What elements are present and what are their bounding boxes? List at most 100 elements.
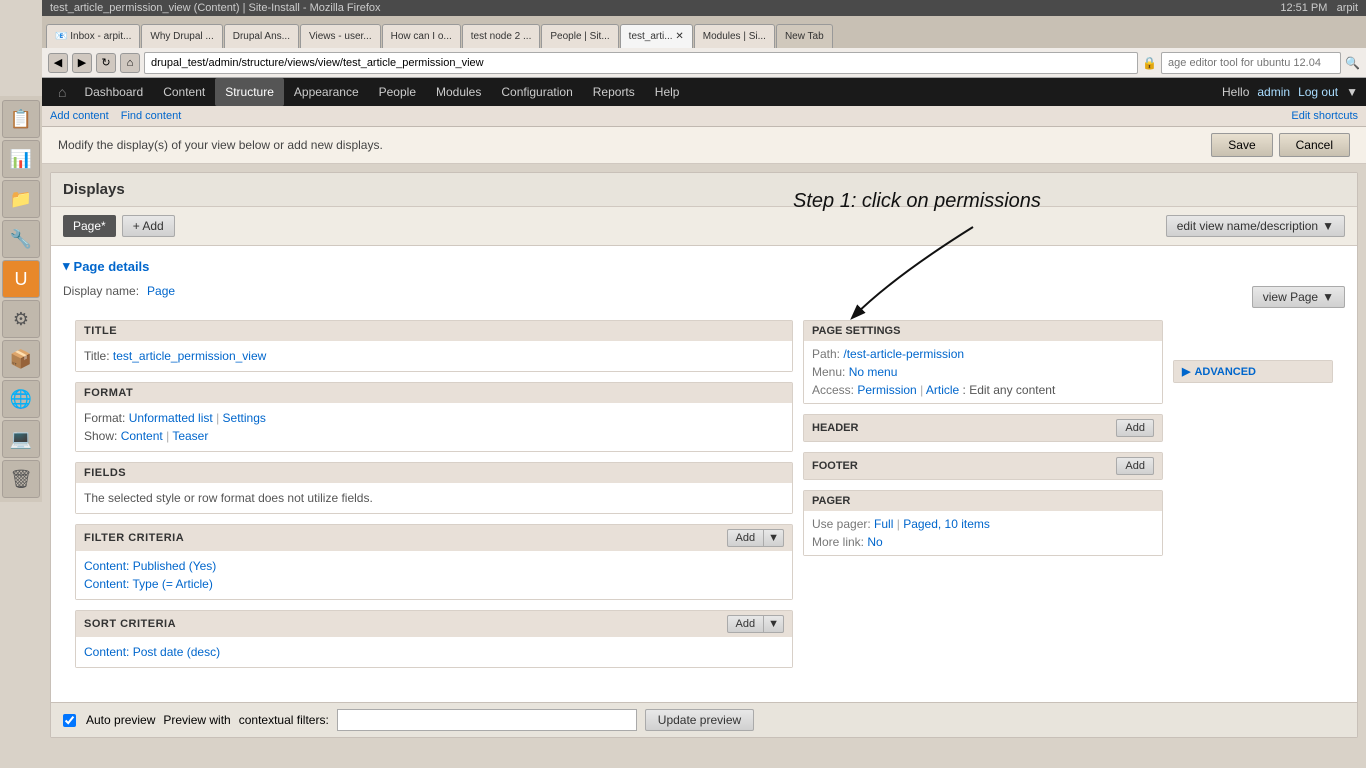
cancel-button[interactable]: Cancel	[1279, 133, 1350, 157]
sidebar-icon-8[interactable]: 🌐	[2, 380, 40, 418]
tab-why-drupal[interactable]: Why Drupal ...	[141, 24, 222, 48]
search-input[interactable]	[1161, 52, 1341, 74]
tab-new-tab[interactable]: New Tab	[776, 24, 833, 48]
sidebar-icon-9[interactable]: 💻	[2, 420, 40, 458]
menu-label: Menu:	[812, 365, 845, 379]
filter-criteria-body: Content: Published (Yes) Content: Type (…	[76, 551, 792, 599]
title-value[interactable]: test_article_permission_view	[113, 349, 266, 363]
url-input[interactable]	[144, 52, 1138, 74]
browser-title: test_article_permission_view (Content) |…	[50, 2, 381, 14]
format-value[interactable]: Unformatted list	[129, 411, 213, 425]
tab-drupal-ans[interactable]: Drupal Ans...	[224, 24, 299, 48]
show-teaser[interactable]: Teaser	[172, 429, 208, 443]
nav-help[interactable]: Help	[645, 78, 690, 106]
pager-body: Use pager: Full | Paged, 10 items More l…	[804, 511, 1162, 555]
ps-header: PAGE SETTINGS	[804, 321, 1162, 341]
view-page-dropdown-icon[interactable]: ▼	[1322, 290, 1334, 304]
nav-dashboard[interactable]: Dashboard	[74, 78, 153, 106]
sort-add-dropdown[interactable]: ▼	[764, 615, 784, 633]
menu-value[interactable]: No menu	[849, 365, 898, 379]
display-name-value[interactable]: Page	[147, 284, 175, 298]
more-link-value[interactable]: No	[867, 535, 882, 549]
advanced-header[interactable]: ▶ Advanced	[1174, 361, 1332, 382]
dropdown-icon[interactable]: ▼	[1346, 85, 1358, 99]
display-name-row: Display name: Page	[63, 284, 175, 298]
tab-views-user[interactable]: Views - user...	[300, 24, 381, 48]
filter-add-dropdown[interactable]: ▼	[764, 529, 784, 547]
sort-add-button[interactable]: Add	[727, 615, 765, 633]
edit-view-name-button[interactable]: edit view name/description ▼	[1166, 215, 1345, 237]
nav-content[interactable]: Content	[153, 78, 215, 106]
forward-button[interactable]: ▶	[72, 53, 92, 73]
sidebar-icon-10[interactable]: 🗑	[2, 460, 40, 498]
admin-bar-right: Hello admin Log out ▼	[1222, 85, 1358, 99]
nav-configuration[interactable]: Configuration	[491, 78, 582, 106]
sidebar-icon-2[interactable]: 📊	[2, 140, 40, 178]
sidebar-icon-1[interactable]: 📋	[2, 100, 40, 138]
title-label: Title:	[84, 349, 110, 363]
sidebar-icon-3[interactable]: 📁	[2, 180, 40, 218]
fields-text: The selected style or row format does no…	[84, 489, 784, 507]
tab-page[interactable]: Page*	[63, 215, 116, 237]
home-button[interactable]: ⌂	[120, 53, 140, 73]
header-add-button[interactable]: Add	[1116, 419, 1154, 437]
filter-type[interactable]: Content: Type (= Article)	[84, 577, 213, 591]
footer-add-button[interactable]: Add	[1116, 457, 1154, 475]
admin-user-link[interactable]: admin	[1257, 85, 1290, 99]
auto-preview-checkbox[interactable]	[63, 714, 76, 727]
tab-how-can-i[interactable]: How can I o...	[382, 24, 461, 48]
edit-shortcuts-link[interactable]: Edit shortcuts	[1291, 110, 1358, 122]
add-content-link[interactable]: Add content	[50, 110, 109, 122]
nav-people[interactable]: People	[369, 78, 426, 106]
search-icon[interactable]: 🔍	[1345, 56, 1360, 70]
advanced-label: Advanced	[1194, 366, 1256, 378]
sidebar-icon-6[interactable]: ⚙	[2, 300, 40, 338]
find-content-link[interactable]: Find content	[121, 110, 182, 122]
nav-modules[interactable]: Modules	[426, 78, 491, 106]
show-content[interactable]: Content	[121, 429, 163, 443]
display-name-label: Display name:	[63, 284, 139, 298]
sidebar-icon-4[interactable]: 🔧	[2, 220, 40, 258]
nav-structure[interactable]: Structure	[215, 78, 284, 106]
more-link-label: More link:	[812, 535, 864, 549]
pager-full[interactable]: Full	[874, 517, 893, 531]
display-tabs-left: Page* + Add	[63, 215, 175, 237]
sort-post-date[interactable]: Content: Post date (desc)	[84, 645, 220, 659]
browser-tabs[interactable]: 📧 Inbox - arpit... Why Drupal ... Drupal…	[42, 16, 1366, 48]
tab-inbox[interactable]: 📧 Inbox - arpit...	[46, 24, 140, 48]
drupal-home-icon[interactable]: ⌂	[50, 84, 74, 100]
sidebar-icon-5[interactable]: U	[2, 260, 40, 298]
filter-published[interactable]: Content: Published (Yes)	[84, 559, 216, 573]
preview-filters-input[interactable]	[337, 709, 637, 731]
tab-test-arti[interactable]: test_arti... ✕	[620, 24, 693, 48]
header-section-header: HEADER Add	[804, 415, 1162, 441]
update-preview-button[interactable]: Update preview	[645, 709, 754, 731]
access-row: Access: Permission | Article : Edit any …	[812, 381, 1154, 399]
reload-button[interactable]: ↻	[96, 53, 116, 73]
nav-reports[interactable]: Reports	[583, 78, 645, 106]
tab-modules[interactable]: Modules | Si...	[694, 24, 775, 48]
edit-view-label: edit view name/description	[1177, 219, 1318, 233]
tab-people[interactable]: People | Sit...	[541, 24, 618, 48]
pager-paged[interactable]: Paged, 10 items	[903, 517, 990, 531]
page-details-header[interactable]: ▾ Page details	[63, 258, 1345, 274]
tab-test-node[interactable]: test node 2 ...	[462, 24, 541, 48]
access-permission[interactable]: Permission	[857, 383, 916, 397]
logout-link[interactable]: Log out	[1298, 85, 1338, 99]
access-article[interactable]: Article	[926, 383, 959, 397]
nav-appearance[interactable]: Appearance	[284, 78, 369, 106]
view-page-button[interactable]: view Page ▼	[1252, 286, 1345, 308]
drupal-admin-bar: ⌂ Dashboard Content Structure Appearance…	[42, 78, 1366, 106]
path-value[interactable]: /test-article-permission	[843, 347, 964, 361]
show-label: Show:	[84, 429, 117, 443]
back-button[interactable]: ◀	[48, 53, 68, 73]
pager-header: PAGER	[804, 491, 1162, 511]
sidebar-icon-7[interactable]: 📦	[2, 340, 40, 378]
filter-add-button[interactable]: Add	[727, 529, 765, 547]
format-settings[interactable]: Settings	[223, 411, 266, 425]
sort-criteria-body: Content: Post date (desc)	[76, 637, 792, 667]
sort-criteria-label: SORT CRITERIA	[84, 618, 176, 630]
fields-section-body: The selected style or row format does no…	[76, 483, 792, 513]
save-button[interactable]: Save	[1211, 133, 1272, 157]
add-display-button[interactable]: + Add	[122, 215, 175, 237]
